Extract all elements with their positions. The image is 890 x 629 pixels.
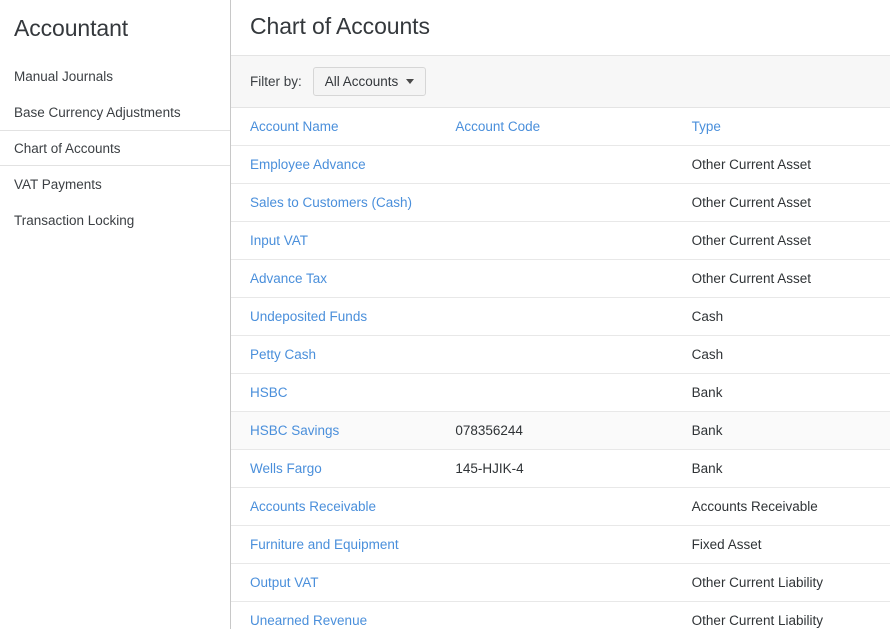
- cell-account-name: Accounts Receivable: [231, 487, 454, 526]
- cell-account-type: Bank: [689, 411, 890, 450]
- cell-account-type: Other Current Liability: [689, 601, 890, 629]
- cell-account-code: [453, 221, 690, 260]
- account-name-link[interactable]: HSBC: [250, 385, 288, 400]
- column-header-account-name[interactable]: Account Name: [231, 108, 454, 146]
- cell-account-code: 145-HJIK-4: [453, 449, 690, 488]
- cell-account-type: Other Current Liability: [689, 563, 890, 602]
- cell-account-type: Other Current Asset: [689, 183, 890, 222]
- column-header-account-code[interactable]: Account Code: [453, 108, 690, 146]
- accounts-table: Account Name Account Code Type Employee …: [231, 108, 890, 629]
- account-name-link[interactable]: Furniture and Equipment: [250, 537, 399, 552]
- sidebar-nav: Manual Journals Base Currency Adjustments…: [0, 58, 230, 238]
- account-name-link[interactable]: Accounts Receivable: [250, 499, 376, 514]
- sidebar: Accountant Manual Journals Base Currency …: [0, 0, 231, 629]
- column-header-type[interactable]: Type: [689, 108, 890, 146]
- cell-account-name: Sales to Customers (Cash): [231, 183, 454, 222]
- sidebar-item-label: VAT Payments: [14, 177, 102, 192]
- table-row[interactable]: Unearned Revenue Other Current Liability: [231, 601, 890, 629]
- cell-account-code: [453, 525, 690, 564]
- cell-account-code: [453, 145, 690, 184]
- filter-accounts-dropdown[interactable]: All Accounts: [312, 67, 427, 96]
- filter-bar: Filter by: All Accounts: [231, 55, 890, 108]
- account-name-link[interactable]: Employee Advance: [250, 157, 366, 172]
- cell-account-type: Other Current Asset: [689, 145, 890, 184]
- table-row[interactable]: HSBC Bank: [231, 373, 890, 412]
- sidebar-item-label: Transaction Locking: [14, 213, 135, 228]
- cell-account-name: Unearned Revenue: [231, 601, 454, 629]
- cell-account-name: Advance Tax: [231, 259, 454, 298]
- cell-account-name: HSBC: [231, 373, 454, 412]
- table-row[interactable]: Employee Advance Other Current Asset: [231, 145, 890, 184]
- cell-account-code: [453, 487, 690, 526]
- table-row[interactable]: Accounts Receivable Accounts Receivable: [231, 487, 890, 526]
- account-name-link[interactable]: Advance Tax: [250, 271, 327, 286]
- cell-account-name: Output VAT: [231, 563, 454, 602]
- account-name-link[interactable]: Wells Fargo: [250, 461, 322, 476]
- app-root: Accountant Manual Journals Base Currency …: [0, 0, 890, 629]
- filter-by-label: Filter by:: [250, 74, 302, 89]
- cell-account-code: 078356244: [453, 411, 690, 450]
- table-header-row: Account Name Account Code Type: [231, 108, 890, 146]
- cell-account-code: [453, 563, 690, 602]
- sidebar-item-base-currency-adjustments[interactable]: Base Currency Adjustments: [0, 94, 230, 130]
- cell-account-type: Fixed Asset: [689, 525, 890, 564]
- cell-account-code: [453, 297, 690, 336]
- cell-account-name: HSBC Savings: [231, 411, 454, 450]
- table-row[interactable]: Output VAT Other Current Liability: [231, 563, 890, 602]
- cell-account-type: Other Current Asset: [689, 259, 890, 298]
- accounts-table-body: Employee Advance Other Current Asset Sales…: [231, 145, 890, 629]
- cell-account-type: Bank: [689, 373, 890, 412]
- sidebar-item-label: Manual Journals: [14, 69, 114, 84]
- cell-account-code: [453, 601, 690, 629]
- cell-account-code: [453, 259, 690, 298]
- main-header: Chart of Accounts: [231, 0, 890, 55]
- table-row[interactable]: Furniture and Equipment Fixed Asset: [231, 525, 890, 564]
- sidebar-title: Accountant: [14, 15, 129, 41]
- cell-account-type: Bank: [689, 449, 890, 488]
- table-row[interactable]: Input VAT Other Current Asset: [231, 221, 890, 260]
- sidebar-item-manual-journals[interactable]: Manual Journals: [0, 58, 230, 94]
- account-name-link[interactable]: Input VAT: [250, 233, 308, 248]
- cell-account-name: Input VAT: [231, 221, 454, 260]
- sidebar-item-transaction-locking[interactable]: Transaction Locking: [0, 202, 230, 238]
- account-name-link[interactable]: HSBC Savings: [250, 423, 339, 438]
- accounts-table-head: Account Name Account Code Type: [231, 108, 890, 146]
- account-name-link[interactable]: Petty Cash: [250, 347, 316, 362]
- cell-account-type: Accounts Receivable: [689, 487, 890, 526]
- account-name-link[interactable]: Unearned Revenue: [250, 613, 367, 628]
- cell-account-code: [453, 373, 690, 412]
- cell-account-type: Cash: [689, 335, 890, 374]
- sidebar-item-label: Base Currency Adjustments: [14, 105, 181, 120]
- chevron-down-icon: [406, 79, 415, 84]
- table-row[interactable]: Petty Cash Cash: [231, 335, 890, 374]
- cell-account-type: Cash: [689, 297, 890, 336]
- cell-account-code: [453, 183, 690, 222]
- page-title: Chart of Accounts: [250, 13, 430, 39]
- cell-account-name: Petty Cash: [231, 335, 454, 374]
- sidebar-item-label: Chart of Accounts: [14, 141, 121, 156]
- main-panel: Chart of Accounts Filter by: All Account…: [231, 0, 890, 629]
- cell-account-code: [453, 335, 690, 374]
- table-row[interactable]: Sales to Customers (Cash) Other Current A…: [231, 183, 890, 222]
- account-name-link[interactable]: Undeposited Funds: [250, 309, 367, 324]
- account-name-link[interactable]: Sales to Customers (Cash): [250, 195, 412, 210]
- table-row[interactable]: Wells Fargo 145-HJIK-4 Bank: [231, 449, 890, 488]
- account-name-link[interactable]: Output VAT: [250, 575, 319, 590]
- sidebar-item-chart-of-accounts[interactable]: Chart of Accounts: [0, 130, 230, 166]
- cell-account-type: Other Current Asset: [689, 221, 890, 260]
- cell-account-name: Undeposited Funds: [231, 297, 454, 336]
- table-row[interactable]: HSBC Savings 078356244 Bank: [231, 411, 890, 450]
- table-row[interactable]: Advance Tax Other Current Asset: [231, 259, 890, 298]
- cell-account-name: Employee Advance: [231, 145, 454, 184]
- cell-account-name: Wells Fargo: [231, 449, 454, 488]
- filter-dropdown-value: All Accounts: [324, 74, 399, 89]
- cell-account-name: Furniture and Equipment: [231, 525, 454, 564]
- table-row[interactable]: Undeposited Funds Cash: [231, 297, 890, 336]
- sidebar-item-vat-payments[interactable]: VAT Payments: [0, 166, 230, 202]
